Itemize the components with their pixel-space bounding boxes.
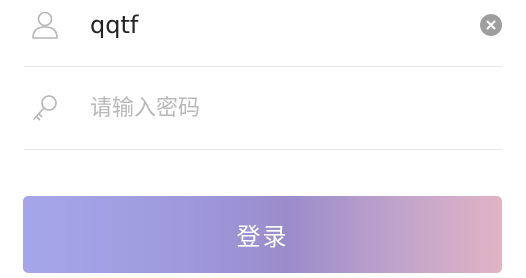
password-input[interactable] — [90, 91, 466, 125]
clear-username-button[interactable] — [480, 14, 502, 36]
clear-icon — [486, 20, 496, 30]
login-button[interactable]: 登录 — [23, 196, 502, 273]
key-icon — [30, 93, 60, 123]
divider — [24, 149, 502, 150]
username-row — [24, 0, 502, 66]
login-button-label: 登录 — [236, 223, 289, 251]
username-input[interactable] — [90, 8, 466, 42]
login-screen: 登录 — [0, 0, 526, 278]
user-icon — [30, 10, 60, 40]
password-row — [24, 67, 502, 149]
